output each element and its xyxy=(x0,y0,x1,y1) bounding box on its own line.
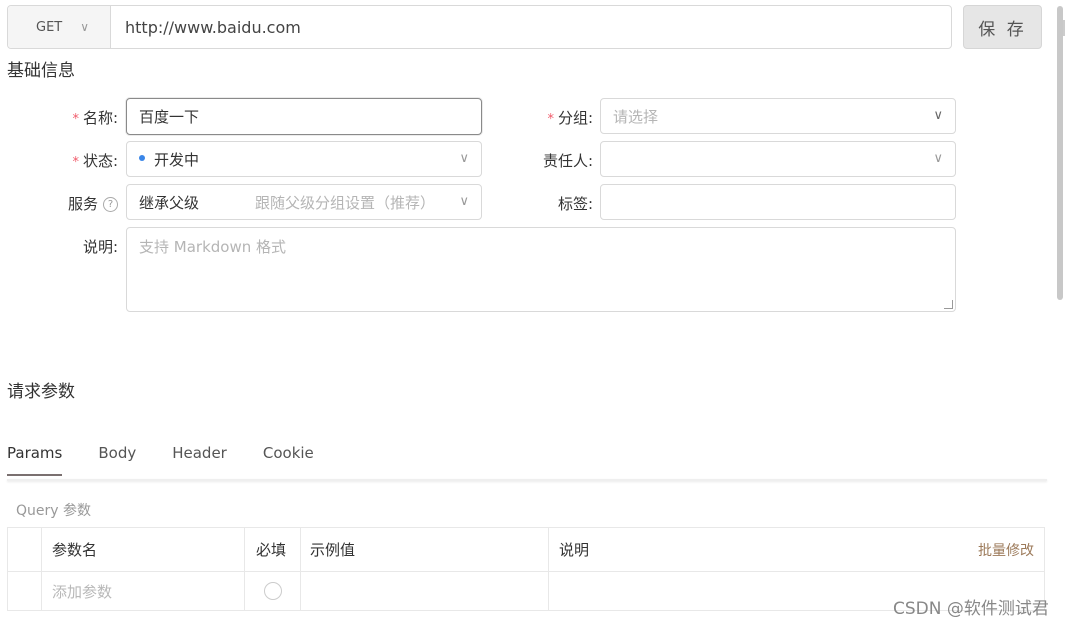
status-select[interactable]: 开发中 ∨ xyxy=(126,141,482,177)
tab-header[interactable]: Header xyxy=(172,444,227,476)
table-cell xyxy=(8,572,42,610)
tabs-underline xyxy=(7,479,1047,481)
group-select[interactable]: 请选择 ∨ xyxy=(600,98,956,134)
header-param-name: 参数名 xyxy=(42,528,245,571)
owner-label: 责任人: xyxy=(542,152,593,170)
method-label: GET xyxy=(36,19,63,35)
header-example: 示例值 xyxy=(301,528,549,571)
required-radio-cell xyxy=(245,572,301,610)
tab-cookie[interactable]: Cookie xyxy=(263,444,314,476)
section-title-request-params: 请求参数 xyxy=(7,382,75,402)
group-label: * 分组: xyxy=(547,109,593,127)
query-params-label: Query 参数 xyxy=(16,503,91,519)
description-textarea[interactable]: 支持 Markdown 格式 xyxy=(126,227,956,312)
name-label: * 名称: xyxy=(72,109,118,127)
header-description: 说明 xyxy=(559,541,590,559)
chevron-down-icon: ∨ xyxy=(80,20,90,34)
tags-label: 标签: xyxy=(557,195,593,213)
chevron-down-icon: ∨ xyxy=(459,194,469,209)
required-mark: * xyxy=(72,155,79,170)
description-label: 说明: xyxy=(82,238,118,256)
status-value: 开发中 xyxy=(154,150,200,169)
add-param-input[interactable]: 添加参数 xyxy=(42,572,245,610)
tab-body[interactable]: Body xyxy=(98,444,136,476)
url-input[interactable]: http://www.baidu.com xyxy=(111,6,951,48)
tab-params[interactable]: Params xyxy=(7,444,63,476)
required-mark: * xyxy=(547,112,554,127)
service-value: 继承父级 xyxy=(139,193,200,212)
params-tabs: Params Body Header Cookie xyxy=(7,444,350,476)
chevron-down-icon: ∨ xyxy=(459,151,469,166)
example-input[interactable] xyxy=(301,572,549,610)
description-placeholder: 支持 Markdown 格式 xyxy=(139,238,286,256)
batch-edit-link[interactable]: 批量修改 xyxy=(978,540,1034,560)
group-placeholder: 请选择 xyxy=(613,107,659,126)
chevron-down-icon: ∨ xyxy=(933,151,943,166)
table-header-row: 参数名 必填 示例值 说明 批量修改 xyxy=(8,528,1044,572)
owner-select[interactable]: ∨ xyxy=(600,141,956,177)
required-mark: * xyxy=(72,112,79,127)
service-select[interactable]: 继承父级 跟随父级分组设置（推荐） ∨ xyxy=(126,184,482,220)
required-radio[interactable] xyxy=(263,582,282,600)
chevron-down-icon: ∨ xyxy=(933,108,943,123)
scrollbar-thumb[interactable] xyxy=(1057,6,1063,300)
method-select[interactable]: GET ∨ xyxy=(8,6,111,48)
service-hint: 跟随父级分组设置（推荐） xyxy=(255,193,436,212)
help-icon[interactable]: ? xyxy=(103,197,118,212)
header-required: 必填 xyxy=(245,528,301,571)
name-input[interactable]: 百度一下 xyxy=(126,98,482,135)
service-label: 服务? xyxy=(40,193,118,214)
request-url-bar: GET ∨ http://www.baidu.com xyxy=(7,5,952,49)
table-row: 添加参数 xyxy=(8,572,1044,610)
scrollbar[interactable] xyxy=(1057,0,1065,623)
resize-handle-icon[interactable] xyxy=(944,300,953,309)
section-title-basic-info: 基础信息 xyxy=(7,61,75,81)
save-button[interactable]: 保 存 xyxy=(963,5,1042,49)
table-header-cell xyxy=(8,528,42,571)
params-table: 参数名 必填 示例值 说明 批量修改 添加参数 xyxy=(7,527,1045,611)
watermark: CSDN @软件测试君 xyxy=(893,599,1049,619)
tags-input[interactable] xyxy=(600,184,956,220)
status-label: * 状态: xyxy=(72,152,118,170)
status-dot-icon xyxy=(139,155,145,161)
